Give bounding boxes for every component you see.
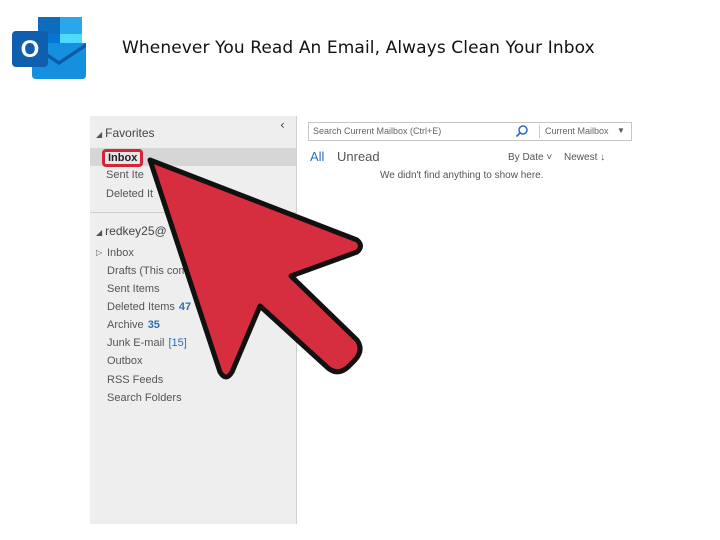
favorite-item-sent[interactable]: Sent Ite (90, 166, 296, 184)
tab-all[interactable]: All (310, 149, 324, 164)
folder-sent-items[interactable]: Sent Items (107, 283, 160, 295)
folder-inbox[interactable]: ▷ Inbox (96, 247, 134, 259)
folder-rss-feeds[interactable]: RSS Feeds (107, 374, 163, 386)
outlook-logo-icon: O (12, 17, 86, 79)
favorite-item-deleted[interactable]: Deleted It (90, 185, 296, 203)
slide-title: Whenever You Read An Email, Always Clean… (122, 38, 595, 58)
search-scope-select[interactable]: Current Mailbox (545, 126, 609, 136)
folder-pane: ◢ Favorites ‹ Inbox Sent Ite Deleted It ◢… (90, 116, 297, 524)
unread-count: 47 (178, 301, 192, 313)
divider (90, 212, 296, 213)
collapse-triangle-icon: ◢ (96, 228, 103, 237)
collapse-pane-icon[interactable]: ‹ (280, 118, 285, 132)
favorites-heading[interactable]: ◢ Favorites (96, 126, 155, 140)
sort-by-date-button[interactable]: By Date ˅ (508, 152, 552, 163)
tab-unread[interactable]: Unread (337, 149, 380, 164)
outlook-screenshot: ◢ Favorites ‹ Inbox Sent Ite Deleted It ◢… (90, 116, 644, 524)
account-heading[interactable]: ◢ redkey25@ (96, 224, 167, 238)
item-count: [15] (168, 337, 187, 349)
search-input[interactable]: Search Current Mailbox (Ctrl+E) (313, 126, 441, 136)
favorite-item-inbox[interactable]: Inbox (90, 148, 296, 167)
folder-archive[interactable]: Archive 35 (107, 319, 160, 331)
svg-text:O: O (21, 36, 40, 63)
chevron-down-icon[interactable]: ▼ (617, 126, 625, 135)
folder-drafts[interactable]: Drafts (This com (107, 265, 188, 277)
search-box[interactable]: Search Current Mailbox (Ctrl+E) Current … (308, 122, 632, 141)
folder-search-folders[interactable]: Search Folders (107, 392, 182, 404)
divider (539, 125, 540, 138)
collapse-triangle-icon: ◢ (96, 130, 103, 139)
unread-count: 35 (147, 319, 160, 331)
expand-triangle-icon[interactable]: ▷ (96, 248, 102, 257)
search-icon[interactable] (515, 124, 529, 138)
sort-order-button[interactable]: Newest ↓ (564, 152, 605, 163)
folder-deleted-items[interactable]: Deleted Items 47 (107, 301, 191, 313)
folder-outbox[interactable]: Outbox (107, 355, 142, 367)
empty-list-message: We didn't find anything to show here. (380, 170, 544, 181)
folder-junk-email[interactable]: Junk E-mail [15] (107, 337, 187, 349)
inbox-highlight-box: Inbox (102, 149, 144, 167)
